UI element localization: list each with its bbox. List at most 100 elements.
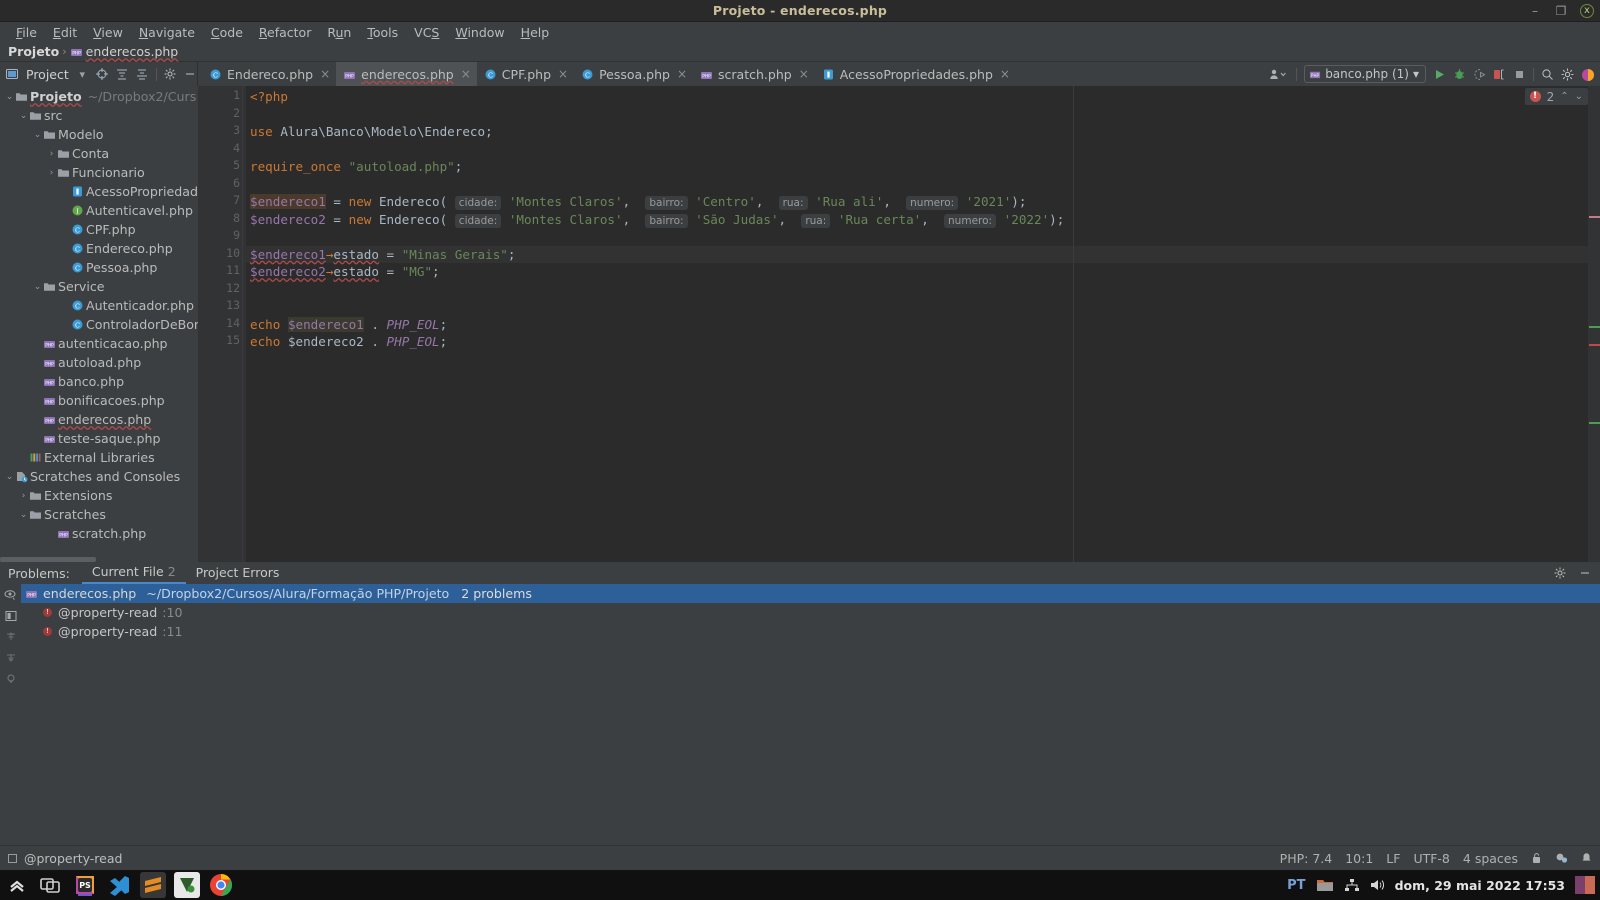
- next-problem-icon[interactable]: ⌄: [1575, 91, 1583, 102]
- close-icon[interactable]: ×: [1000, 67, 1010, 81]
- code-line[interactable]: $endereco2 = new Endereco( cidade: 'Mont…: [250, 211, 1064, 229]
- close-icon[interactable]: ×: [320, 67, 330, 81]
- tree-item-modelo[interactable]: ⌄ Modelo: [0, 125, 198, 144]
- problems-list[interactable]: PHP enderecos.php ~/Dropbox2/Cursos/Alura/…: [21, 584, 1600, 845]
- tree-item-enderecos-php[interactable]: PHP enderecos.php: [0, 410, 198, 429]
- volume-icon[interactable]: [1369, 878, 1386, 892]
- menu-item-refactor[interactable]: Refactor: [251, 24, 319, 41]
- chevron-down-icon[interactable]: ⌄: [18, 510, 29, 520]
- code-line[interactable]: $endereco1 = new Endereco( cidade: 'Mont…: [250, 193, 1026, 211]
- tree-item-bonificacoes-php[interactable]: PHP bonificacoes.php: [0, 391, 198, 410]
- tree-item-autenticavel-php[interactable]: I Autenticavel.php: [0, 201, 198, 220]
- error-stripe-mark[interactable]: [1589, 326, 1600, 328]
- network-icon[interactable]: [1344, 878, 1360, 892]
- tree-item-controladordebonifi[interactable]: C ControladorDeBonifi: [0, 315, 198, 334]
- close-button[interactable]: x: [1580, 4, 1594, 18]
- settings-gear-icon[interactable]: [1561, 68, 1574, 81]
- chrome-taskbar-icon[interactable]: [208, 872, 234, 898]
- status-php-version[interactable]: PHP: 7.4: [1280, 851, 1333, 866]
- menu-item-run[interactable]: Run: [319, 24, 359, 41]
- code-line[interactable]: require_once "autoload.php";: [250, 158, 462, 176]
- status-caret-position[interactable]: 10:1: [1345, 851, 1373, 866]
- error-stripe[interactable]: [1588, 86, 1600, 562]
- tree-item-service[interactable]: ⌄ Service: [0, 277, 198, 296]
- hide-panel-icon[interactable]: [1579, 567, 1592, 580]
- run-button[interactable]: [1433, 68, 1446, 81]
- chevron-right-icon[interactable]: ›: [46, 149, 57, 159]
- code-with-me-icon[interactable]: [1555, 852, 1568, 864]
- maximize-button[interactable]: ❐: [1554, 4, 1568, 18]
- menu-item-help[interactable]: Help: [513, 24, 558, 41]
- lightbulb-icon[interactable]: [0, 668, 21, 689]
- editor-tab-pessoa-php[interactable]: C Pessoa.php ×: [574, 62, 693, 86]
- breadcrumb-file[interactable]: enderecos.php: [86, 44, 179, 59]
- menu-item-window[interactable]: Window: [447, 24, 512, 41]
- folder-tray-icon[interactable]: [1315, 876, 1335, 894]
- stop-button[interactable]: [1513, 68, 1526, 81]
- tree-item-external-libraries[interactable]: External Libraries: [0, 448, 198, 467]
- close-icon[interactable]: ×: [799, 67, 809, 81]
- tree-item-autenticador-php[interactable]: C Autenticador.php: [0, 296, 198, 315]
- chevron-down-icon[interactable]: ⌄: [4, 92, 15, 102]
- gear-icon[interactable]: [164, 68, 177, 81]
- show-applications-icon[interactable]: [4, 872, 30, 898]
- tree-item-conta[interactable]: › Conta: [0, 144, 198, 163]
- sublime-text-taskbar-icon[interactable]: [140, 872, 166, 898]
- workspace-switcher-icon[interactable]: [1574, 875, 1596, 895]
- lock-icon[interactable]: [1531, 852, 1542, 864]
- error-stripe-mark[interactable]: [1589, 344, 1600, 346]
- tree-item-extensions[interactable]: › Extensions: [0, 486, 198, 505]
- target-icon[interactable]: [95, 67, 109, 81]
- menu-item-edit[interactable]: Edit: [45, 24, 85, 41]
- search-icon[interactable]: [1541, 68, 1554, 81]
- debug-button[interactable]: [1453, 68, 1466, 81]
- status-file-encoding[interactable]: UTF-8: [1413, 851, 1449, 866]
- problems-file-row[interactable]: PHP enderecos.php ~/Dropbox2/Cursos/Alura/…: [21, 584, 1600, 603]
- code-line[interactable]: <?php: [250, 88, 288, 106]
- menu-item-vcs[interactable]: VCS: [406, 24, 447, 41]
- error-stripe-mark[interactable]: [1589, 422, 1600, 424]
- tree-item-autoload-php[interactable]: PHP autoload.php: [0, 353, 198, 372]
- problems-item-row[interactable]: ! @property-read:11: [21, 622, 1600, 641]
- collapse-all-icon[interactable]: [116, 68, 129, 81]
- inspection-widget[interactable]: ! 2 ⌃ ⌄: [1524, 88, 1588, 105]
- phpstorm-taskbar-icon[interactable]: PS: [72, 872, 98, 898]
- previous-problem-icon[interactable]: ⌃: [1560, 91, 1568, 102]
- tab-project-errors[interactable]: Project Errors: [186, 563, 290, 583]
- tree-item-scratches[interactable]: ⌄ Scratches: [0, 505, 198, 524]
- problems-item-row[interactable]: ! @property-read:10: [21, 603, 1600, 622]
- project-panel-label[interactable]: Project: [26, 67, 69, 82]
- chevron-right-icon[interactable]: ›: [46, 168, 57, 178]
- chevron-right-icon[interactable]: ›: [18, 491, 29, 501]
- user-avatar-icon[interactable]: [1269, 68, 1289, 81]
- run-coverage-button[interactable]: [1473, 68, 1486, 81]
- tab-current-file[interactable]: Current File 2: [81, 562, 186, 584]
- minimize-button[interactable]: –: [1528, 4, 1542, 18]
- vscode-taskbar-icon[interactable]: [106, 872, 132, 898]
- open-editor-preview-icon[interactable]: [0, 605, 21, 626]
- menu-item-navigate[interactable]: Navigate: [131, 24, 203, 41]
- gear-icon[interactable]: [1554, 567, 1567, 580]
- status-indent-setting[interactable]: 4 spaces: [1463, 851, 1518, 866]
- menu-item-code[interactable]: Code: [203, 24, 251, 41]
- tree-item-pessoa-php[interactable]: C Pessoa.php: [0, 258, 198, 277]
- chevron-down-icon[interactable]: ⌄: [32, 130, 43, 140]
- tree-item-src[interactable]: ⌄ src: [0, 106, 198, 125]
- editor-tab-cpf-php[interactable]: C CPF.php ×: [477, 62, 574, 86]
- vim-taskbar-icon[interactable]: [174, 872, 200, 898]
- tree-item-scratches-and-consoles[interactable]: ⌄ Scratches and Consoles: [0, 467, 198, 486]
- phpstorm-logo-icon[interactable]: [1581, 68, 1594, 81]
- sort-ascending-icon[interactable]: [0, 626, 21, 647]
- tree-item-teste-saque-php[interactable]: PHP teste-saque.php: [0, 429, 198, 448]
- chevron-down-icon[interactable]: ⌄: [4, 472, 15, 482]
- code-content[interactable]: <?php use Alura\Banco\Modelo\Endereco; req…: [246, 86, 1600, 562]
- chevron-down-icon[interactable]: ⌄: [32, 282, 43, 292]
- tree-item-acessopropriedades[interactable]: AcessoPropriedades: [0, 182, 198, 201]
- status-line-separator[interactable]: LF: [1386, 851, 1400, 866]
- tree-item-endereco-php[interactable]: C Endereco.php: [0, 239, 198, 258]
- chevron-down-icon[interactable]: ▾: [76, 68, 89, 81]
- code-line[interactable]: $endereco1→estado = "Minas Gerais";: [250, 246, 515, 264]
- sort-descending-icon[interactable]: [0, 647, 21, 668]
- editor-tab-scratch-php[interactable]: PHP scratch.php ×: [693, 62, 815, 86]
- tree-item-funcionario[interactable]: › Funcionario: [0, 163, 198, 182]
